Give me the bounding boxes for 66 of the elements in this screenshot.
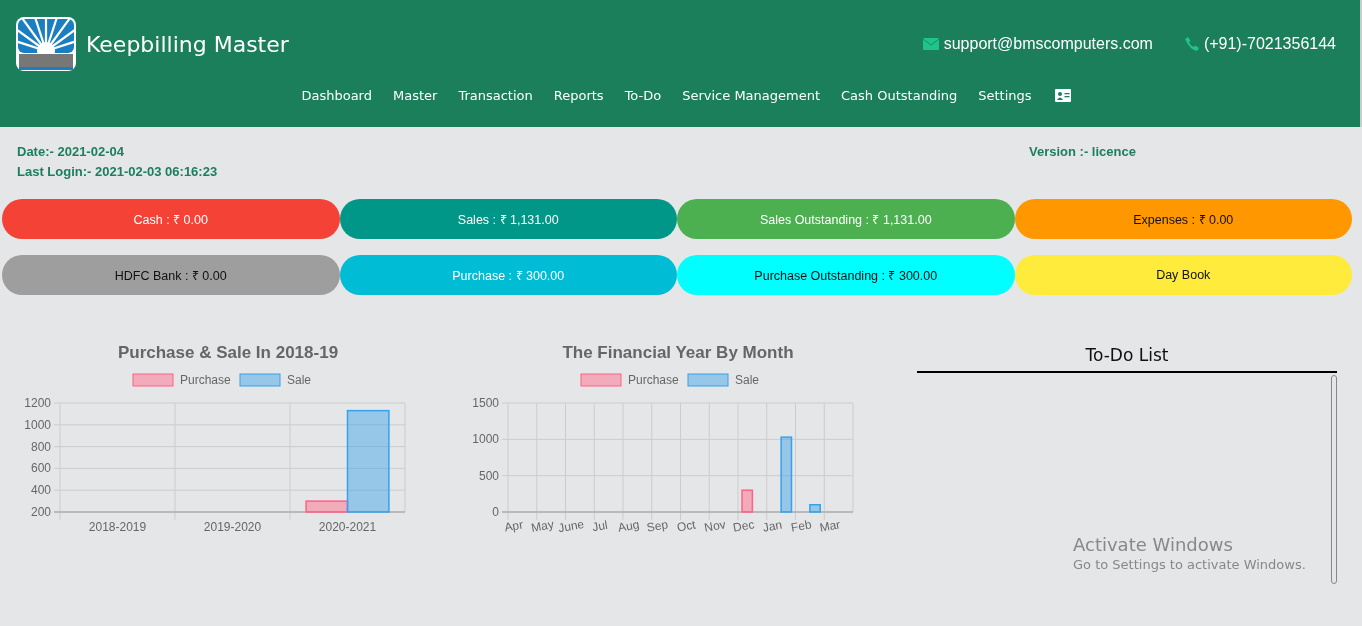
x-tick-label: May — [530, 517, 555, 534]
activation-notice-title: Activate Windows — [1073, 534, 1234, 555]
y-tick-label: 600 — [30, 461, 51, 476]
y-tick-label: 1500 — [472, 396, 499, 410]
scrollbar[interactable] — [1331, 375, 1337, 584]
y-tick-label: 0 — [492, 505, 499, 519]
version-text: Version :- licence — [1029, 144, 1136, 161]
summary-tile[interactable]: Purchase Outstanding : ₹ 300.00 — [677, 255, 1015, 295]
sunrise-logo-icon — [16, 17, 76, 71]
x-tick-label: Jan — [761, 517, 784, 534]
x-tick-label: Apr — [503, 517, 525, 534]
legend-label: Sale — [287, 373, 312, 387]
nav-link[interactable]: Cash Outstanding — [841, 88, 958, 103]
chart-bar — [809, 504, 821, 513]
x-tick-label: Oct — [675, 517, 697, 534]
x-tick-label: Nov — [703, 517, 727, 534]
x-tick-label: Feb — [789, 517, 813, 534]
summary-tile[interactable]: Day Book — [1014, 255, 1352, 295]
nav-link[interactable]: Reports — [553, 88, 604, 103]
email-link[interactable]: support@bmscomputers.com — [943, 35, 1153, 53]
nav-link[interactable]: Transaction — [458, 88, 533, 103]
x-tick-label: 2018-2019 — [88, 520, 147, 534]
nav-link[interactable]: Service Management — [682, 88, 821, 103]
legend-swatch — [687, 373, 729, 387]
last-login-text: Last Login:- 2021-02-03 06:16:23 — [17, 164, 219, 179]
y-tick-label: 800 — [30, 439, 51, 454]
nav-link[interactable]: Dashboard — [301, 88, 372, 103]
x-tick-label: Mar — [818, 517, 842, 534]
x-tick-label: Aug — [616, 517, 641, 534]
summary-tile[interactable]: Sales : ₹ 1,131.00 — [339, 199, 677, 239]
nav-link[interactable]: Master — [392, 88, 438, 103]
x-tick-label: 2020-2021 — [318, 520, 377, 534]
summary-tile[interactable]: Expenses : ₹ 0.00 — [1014, 199, 1352, 239]
phone-link[interactable]: (+91)-7021356144 — [1203, 35, 1336, 53]
summary-tile[interactable]: Cash : ₹ 0.00 — [2, 199, 340, 239]
todo-title: To-Do List — [917, 343, 1337, 373]
y-tick-label: 1200 — [24, 396, 51, 410]
nav-link[interactable]: Settings — [978, 88, 1032, 103]
x-tick-label: 2019-2020 — [203, 520, 262, 534]
legend-label: Purchase — [180, 373, 231, 387]
id-card-icon[interactable] — [1054, 89, 1071, 102]
summary-tile[interactable]: HDFC Bank : ₹ 0.00 — [2, 255, 340, 295]
chart-title: Purchase & Sale In 2018-19 — [116, 343, 340, 364]
legend-swatch — [239, 373, 281, 387]
envelope-icon — [922, 38, 939, 50]
activation-notice-text: Go to Settings to activate Windows. — [1073, 557, 1306, 572]
legend-label: Purchase — [628, 373, 679, 387]
chart-title: The Financial Year By Month — [561, 343, 795, 364]
app-title: Keepbilling Master — [86, 31, 289, 57]
phone-icon — [1184, 37, 1199, 51]
y-tick-label: 500 — [478, 468, 499, 483]
legend-label: Sale — [735, 373, 760, 387]
x-tick-label: Jul — [591, 517, 609, 534]
x-tick-label: Sep — [645, 517, 670, 534]
date-text: Date:- 2021-02-04 — [17, 144, 125, 159]
nav-link[interactable]: To-Do — [624, 88, 662, 103]
summary-tile[interactable]: Sales Outstanding : ₹ 1,131.00 — [677, 199, 1015, 239]
chart-bar — [741, 489, 754, 513]
legend-swatch — [580, 373, 622, 387]
y-tick-label: 1000 — [24, 417, 51, 432]
legend-swatch — [132, 373, 174, 387]
x-tick-label: June — [557, 516, 586, 534]
y-tick-label: 1000 — [472, 432, 499, 447]
y-tick-label: 400 — [30, 483, 51, 498]
x-tick-label: Dec — [731, 517, 756, 534]
y-tick-label: 200 — [30, 505, 51, 519]
